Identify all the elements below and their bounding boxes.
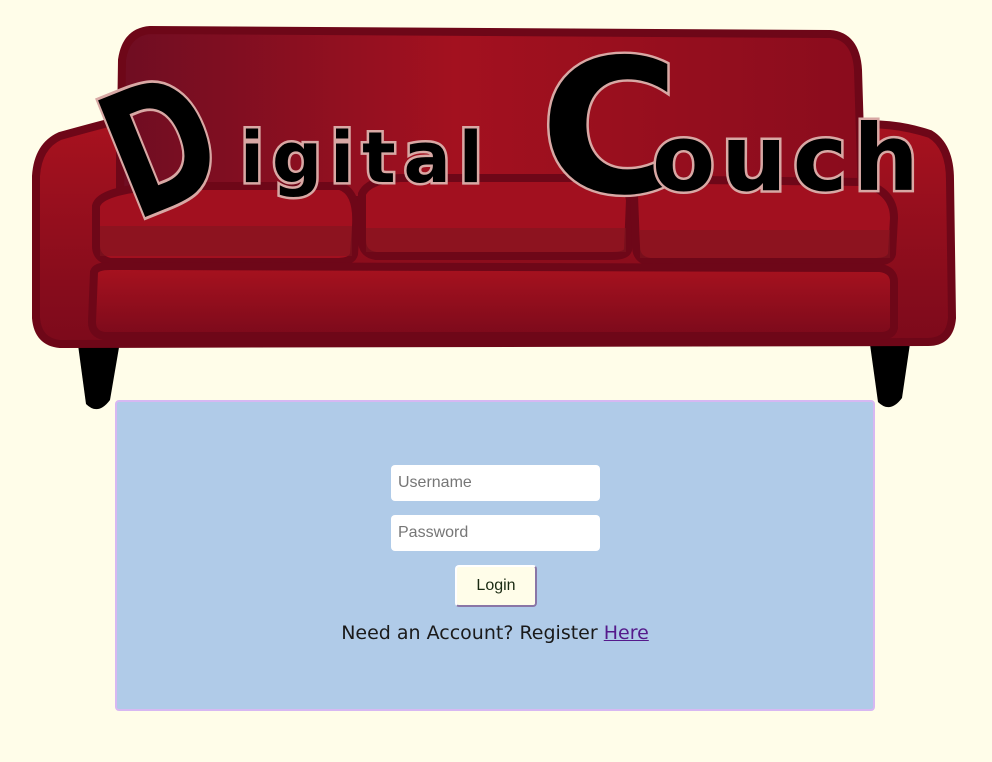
digital-couch-logo: D igital C ouch: [32, 17, 957, 410]
register-link[interactable]: Here: [604, 622, 649, 644]
sofa-front-rail-icon: [87, 261, 898, 340]
page: D igital C ouch Login Need an Account? R…: [0, 0, 992, 762]
register-prompt: Need an Account? Register Here: [117, 622, 873, 644]
register-prompt-text: Need an Account? Register: [341, 622, 604, 644]
username-input[interactable]: [391, 465, 600, 501]
logo-word-igital: igital: [240, 117, 491, 199]
password-input[interactable]: [391, 515, 600, 551]
logo-word-ouch: ouch: [652, 105, 925, 212]
login-button[interactable]: Login: [455, 565, 537, 607]
login-panel: Login Need an Account? Register Here: [115, 400, 875, 711]
